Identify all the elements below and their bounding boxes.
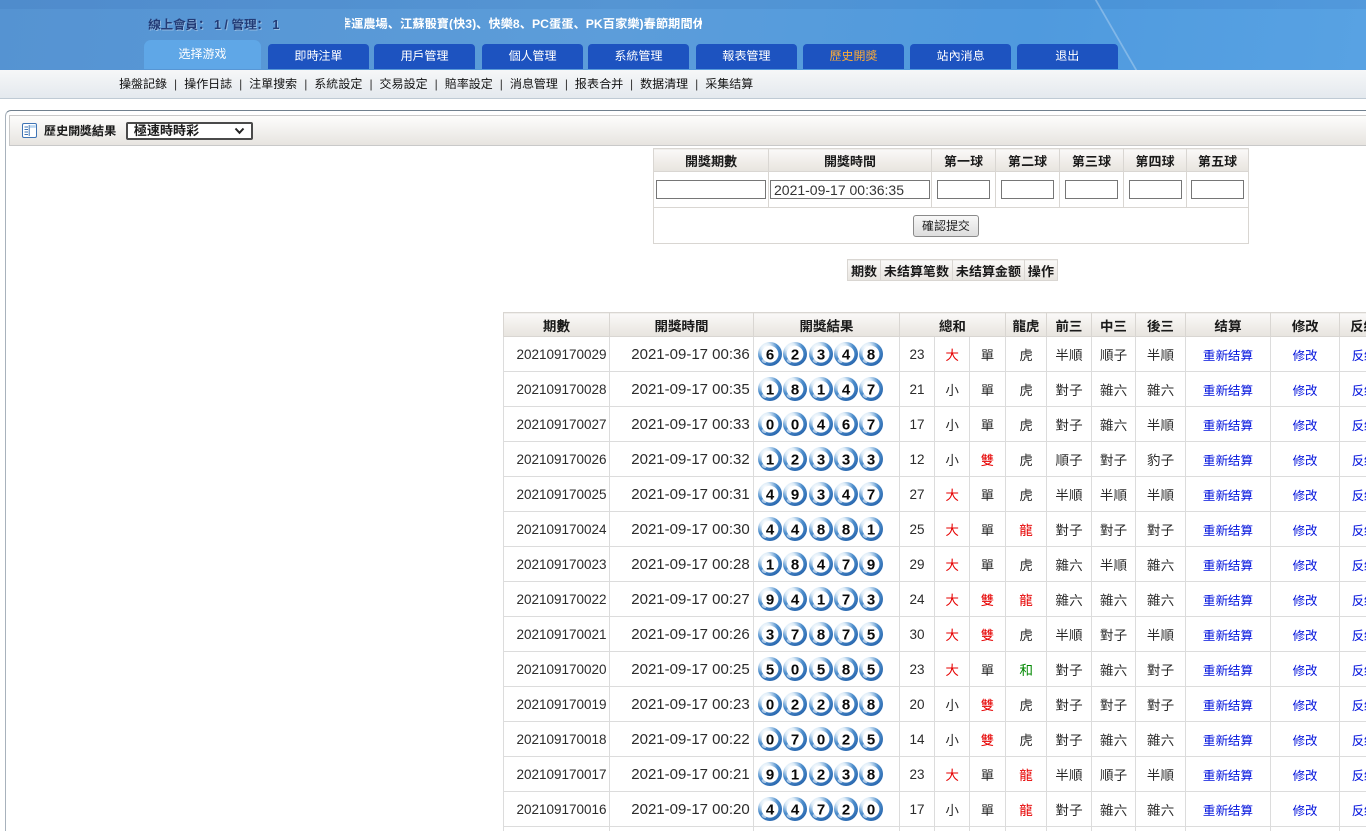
svg-text:3: 3 [766, 626, 774, 643]
svg-text:3: 3 [842, 766, 850, 783]
svg-text:2: 2 [842, 801, 850, 818]
svg-text:2: 2 [791, 451, 799, 468]
svg-text:4: 4 [791, 521, 800, 538]
svg-text:4: 4 [766, 521, 775, 538]
svg-text:5: 5 [766, 661, 774, 678]
svg-text:7: 7 [842, 626, 850, 643]
svg-text:7: 7 [842, 591, 850, 608]
svg-text:8: 8 [867, 346, 875, 363]
svg-text:8: 8 [842, 521, 850, 538]
svg-text:9: 9 [766, 591, 774, 608]
svg-text:0: 0 [791, 416, 799, 433]
svg-text:7: 7 [791, 731, 799, 748]
svg-text:9: 9 [791, 486, 799, 503]
svg-text:3: 3 [816, 486, 824, 503]
svg-text:2: 2 [816, 696, 824, 713]
svg-text:4: 4 [766, 486, 775, 503]
svg-text:1: 1 [766, 381, 774, 398]
svg-text:0: 0 [791, 661, 799, 678]
svg-text:4: 4 [791, 591, 800, 608]
svg-text:8: 8 [791, 381, 799, 398]
svg-text:4: 4 [842, 381, 851, 398]
svg-text:5: 5 [816, 661, 824, 678]
svg-text:1: 1 [867, 521, 875, 538]
svg-text:0: 0 [766, 416, 774, 433]
svg-text:2: 2 [842, 731, 850, 748]
svg-text:2: 2 [791, 346, 799, 363]
svg-text:4: 4 [816, 416, 825, 433]
svg-text:1: 1 [766, 451, 774, 468]
svg-text:0: 0 [766, 696, 774, 713]
svg-text:5: 5 [867, 626, 875, 643]
svg-text:1: 1 [791, 766, 799, 783]
svg-text:4: 4 [766, 801, 775, 818]
svg-text:3: 3 [816, 346, 824, 363]
svg-text:0: 0 [766, 731, 774, 748]
svg-text:8: 8 [816, 626, 824, 643]
svg-text:0: 0 [867, 801, 875, 818]
svg-text:3: 3 [816, 451, 824, 468]
svg-text:7: 7 [867, 416, 875, 433]
svg-text:8: 8 [842, 696, 850, 713]
svg-text:3: 3 [842, 451, 850, 468]
svg-text:9: 9 [867, 556, 875, 573]
svg-text:8: 8 [842, 661, 850, 678]
svg-text:5: 5 [867, 731, 875, 748]
svg-text:7: 7 [867, 486, 875, 503]
svg-text:4: 4 [816, 556, 825, 573]
svg-text:7: 7 [791, 626, 799, 643]
svg-text:4: 4 [791, 801, 800, 818]
svg-text:9: 9 [766, 766, 774, 783]
svg-text:3: 3 [867, 451, 875, 468]
svg-text:8: 8 [816, 521, 824, 538]
svg-text:4: 4 [842, 346, 851, 363]
svg-text:3: 3 [867, 591, 875, 608]
svg-text:5: 5 [867, 661, 875, 678]
svg-text:6: 6 [842, 416, 850, 433]
svg-text:1: 1 [766, 556, 774, 573]
svg-text:7: 7 [867, 381, 875, 398]
svg-text:1: 1 [816, 381, 824, 398]
svg-text:8: 8 [867, 766, 875, 783]
svg-text:7: 7 [842, 556, 850, 573]
svg-text:8: 8 [791, 556, 799, 573]
svg-text:6: 6 [766, 346, 774, 363]
svg-text:8: 8 [867, 696, 875, 713]
svg-text:2: 2 [816, 766, 824, 783]
svg-text:7: 7 [816, 801, 824, 818]
svg-text:2: 2 [791, 696, 799, 713]
svg-text:1: 1 [816, 591, 824, 608]
svg-text:0: 0 [816, 731, 824, 748]
svg-text:4: 4 [842, 486, 851, 503]
